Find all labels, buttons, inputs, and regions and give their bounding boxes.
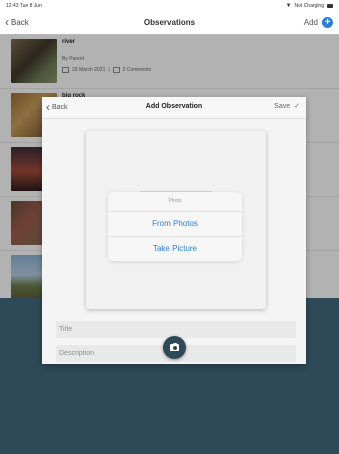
app: 12:43 Tue 8 Jun ▼ Not Charging ‹ Back Ob… [0,0,339,454]
add-observation-modal: ‹ Back Add Observation Save ✓ Photo From… [42,97,306,364]
save-button[interactable]: Save ✓ [274,102,300,111]
title-placeholder: Title [59,326,72,333]
navigation-bar: ‹ Back Observations Add + [0,14,339,34]
add-button[interactable]: Add + [304,17,333,28]
camera-button[interactable] [163,336,186,359]
add-label: Add [303,18,318,27]
take-picture-button[interactable]: Take Picture [108,237,242,261]
action-sheet-title: Photo [108,192,242,212]
battery-icon [327,4,333,8]
plus-circle-icon: + [322,17,333,28]
status-bar: 12:43 Tue 8 Jun ▼ Not Charging [0,0,339,12]
status-time: 12:43 Tue 8 Jun [6,3,42,9]
description-placeholder: Description [59,350,95,357]
save-label: Save [274,102,291,110]
page-title: Observations [143,18,196,27]
from-photos-button[interactable]: From Photos [108,212,242,237]
charging-status: Not Charging [294,3,324,9]
photo-action-sheet: Photo From Photos Take Picture [108,192,242,261]
photo-placeholder-card[interactable]: Photo From Photos Take Picture [86,131,266,309]
wifi-icon: ▼ [285,3,292,9]
status-right: ▼ Not Charging [286,3,333,9]
modal-header: ‹ Back Add Observation Save ✓ [42,97,306,119]
modal-title: Add Observation [145,103,203,110]
checkmark-icon: ✓ [294,103,300,110]
